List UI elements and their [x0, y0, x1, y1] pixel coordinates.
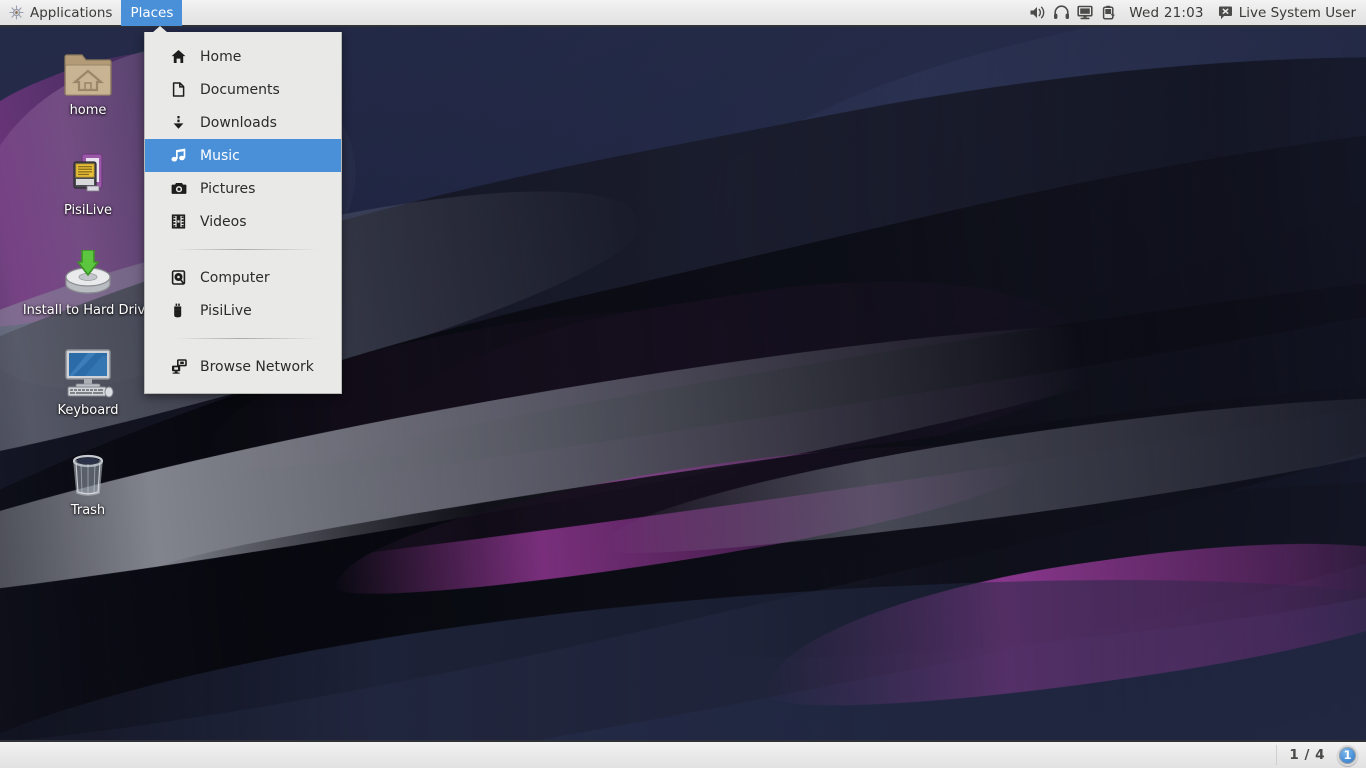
desktop-icon-pisilive[interactable]: PisiLive: [13, 146, 163, 218]
desktop-icon-install-to-hard-drive[interactable]: Install to Hard Drive: [13, 246, 163, 318]
menu-item-label: Downloads: [195, 115, 277, 131]
desktop-icon-label: Trash: [71, 503, 105, 518]
places-dropdown-menu: Home Documents Downloads Music: [144, 32, 342, 394]
menu-item-label: Browse Network: [195, 359, 314, 375]
menu-separator: [175, 249, 319, 250]
menu-item-computer[interactable]: Computer: [145, 261, 341, 294]
film-icon: [171, 214, 195, 229]
menu-item-pisilive[interactable]: PisiLive: [145, 294, 341, 327]
menu-item-documents[interactable]: Documents: [145, 73, 341, 106]
menu-item-label: PisiLive: [195, 303, 252, 319]
clock[interactable]: Wed 21:03: [1121, 5, 1213, 21]
volume-icon[interactable]: [1025, 0, 1049, 26]
user-menu-button[interactable]: Live System User: [1214, 5, 1366, 21]
document-icon: [171, 82, 195, 97]
menu-item-pictures[interactable]: Pictures: [145, 172, 341, 205]
places-menu-button[interactable]: Places: [121, 0, 182, 26]
computer-drive-icon: [171, 270, 195, 285]
menu-separator: [175, 338, 319, 339]
menu-item-music[interactable]: Music: [145, 139, 341, 172]
menu-item-videos[interactable]: Videos: [145, 205, 341, 238]
menu-item-label: Computer: [195, 270, 270, 286]
keyboard-monitor-icon: [58, 346, 118, 398]
battery-icon[interactable]: [1097, 0, 1121, 26]
menu-item-downloads[interactable]: Downloads: [145, 106, 341, 139]
desktop-icon-home[interactable]: home: [13, 46, 163, 118]
download-icon: [171, 115, 195, 130]
bottom-panel: 1 / 4 1: [0, 740, 1366, 768]
workspace-badge[interactable]: 1: [1337, 745, 1358, 766]
menu-item-label: Documents: [195, 82, 280, 98]
workspace-switcher[interactable]: 1 / 4 1: [1276, 741, 1366, 768]
usb-drive-icon: [171, 303, 195, 318]
home-icon: [171, 49, 195, 64]
menu-item-label: Videos: [195, 214, 247, 230]
network-icon: [171, 359, 195, 374]
user-status-icon: [1218, 6, 1233, 20]
desktop-icon-label: PisiLive: [64, 203, 112, 218]
desktop-icon-keyboard[interactable]: Keyboard: [13, 346, 163, 418]
menu-item-label: Home: [195, 49, 241, 65]
menu-item-label: Music: [195, 148, 240, 164]
menu-pointer-arrow: [152, 26, 168, 33]
media-card-icon: [63, 146, 113, 198]
top-panel: Applications Places: [0, 0, 1366, 27]
menu-item-browse-network[interactable]: Browse Network: [145, 350, 341, 383]
display-icon[interactable]: [1073, 0, 1097, 26]
desktop-icon-label: Install to Hard Drive: [23, 303, 153, 318]
distro-logo-icon: [9, 5, 24, 20]
user-name-label: Live System User: [1239, 5, 1356, 21]
desktop-icon-label: home: [70, 103, 107, 118]
install-disk-icon: [61, 246, 115, 298]
camera-icon: [171, 181, 195, 196]
desktop-icon-label: Keyboard: [57, 403, 118, 418]
places-menu-label: Places: [130, 5, 173, 21]
applications-menu-label: Applications: [30, 5, 112, 21]
system-tray: Wed 21:03 Live System User: [1025, 0, 1366, 26]
menu-item-label: Pictures: [195, 181, 255, 197]
home-folder-icon: [63, 46, 113, 98]
menu-item-home[interactable]: Home: [145, 40, 341, 73]
trash-icon: [63, 446, 113, 498]
music-note-icon: [171, 148, 195, 163]
headphones-icon[interactable]: [1049, 0, 1073, 26]
desktop-icon-trash[interactable]: Trash: [13, 446, 163, 518]
workspace-count-label: 1 / 4: [1277, 747, 1337, 763]
applications-menu-button[interactable]: Applications: [0, 0, 121, 26]
